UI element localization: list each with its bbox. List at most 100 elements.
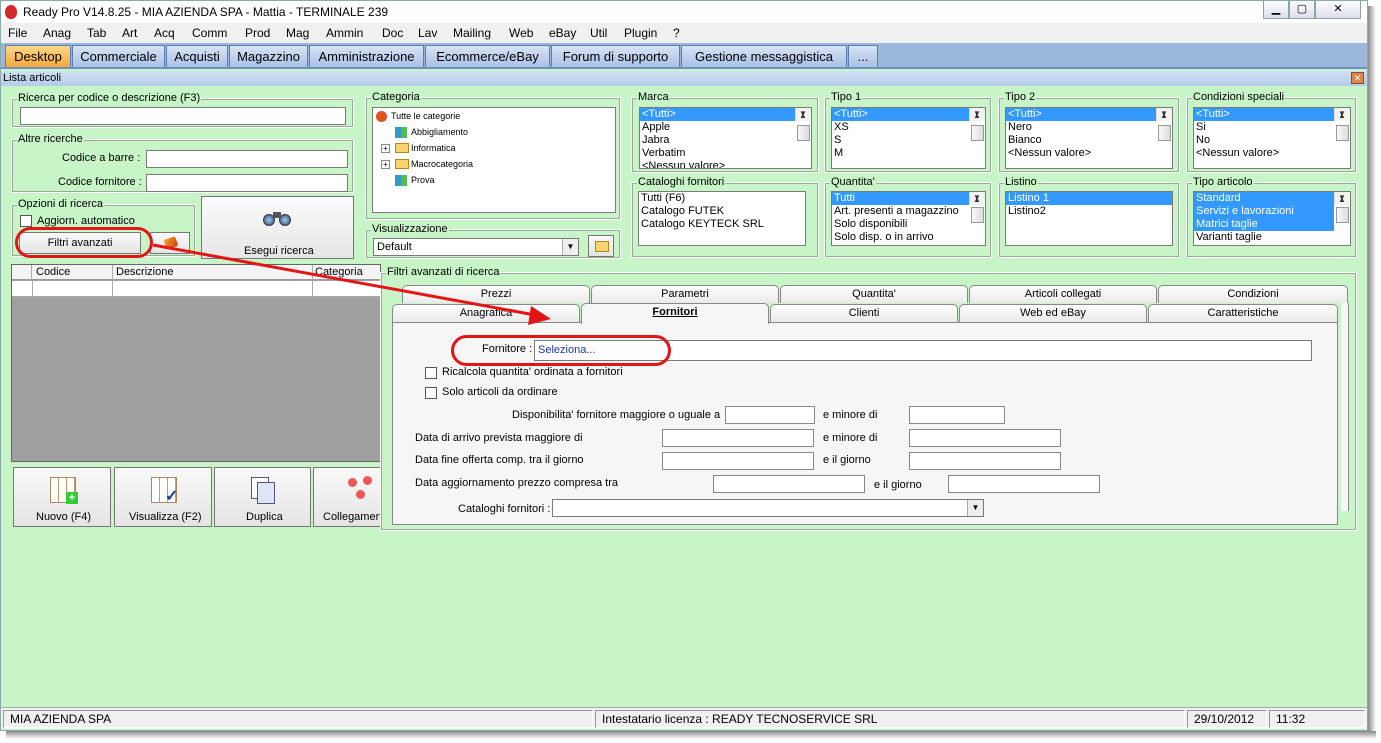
maximize-button[interactable]: ▢ (1289, 1, 1315, 19)
list-item[interactable]: Listino 1 (1006, 192, 1172, 205)
catalogs-filter-select[interactable]: ▼ (552, 499, 984, 517)
table-row[interactable] (12, 281, 380, 297)
list-item[interactable]: Si (1194, 121, 1350, 134)
menu-doc[interactable]: Doc (382, 26, 403, 40)
menu-acq[interactable]: Acq (154, 26, 175, 40)
tab-commerciale[interactable]: Commerciale (72, 45, 165, 67)
list-item[interactable]: Servizi e lavorazioni (1194, 205, 1334, 218)
menu-ammin[interactable]: Ammin (326, 26, 363, 40)
tab-magazzino[interactable]: Magazzino (229, 45, 308, 67)
scrollbar[interactable]: ▲ ▼ (1334, 108, 1350, 141)
list-item[interactable]: Tutti (832, 192, 969, 205)
tab-parametri[interactable]: Parametri (591, 285, 779, 303)
tab-forum[interactable]: Forum di supporto (551, 45, 680, 67)
tree-item-prova[interactable]: Prova (373, 172, 615, 188)
tab-condizioni[interactable]: Condizioni (1158, 285, 1348, 303)
view-folder-button[interactable] (588, 235, 614, 257)
barcode-input[interactable] (146, 150, 348, 168)
menu-web[interactable]: Web (509, 26, 533, 40)
brand-list[interactable]: <Tutti> Apple Jabra Verbatim <Nessun val… (639, 107, 812, 169)
tab-caratteristiche[interactable]: Caratteristiche (1148, 304, 1338, 322)
arrival-min-input[interactable] (662, 429, 814, 447)
subwindow-close-button[interactable]: ✕ (1351, 72, 1364, 84)
list-item[interactable]: <Nessun valore> (1194, 147, 1350, 160)
tab-anagrafica[interactable]: Anagrafica (392, 304, 580, 322)
list-item[interactable]: Solo disponibili (832, 218, 985, 231)
list-item[interactable]: Catalogo KEYTECK SRL (639, 218, 805, 231)
close-button[interactable]: ✕ (1315, 1, 1361, 19)
type2-list[interactable]: <Tutti> Nero Bianco <Nessun valore> ▲ ▼ (1005, 107, 1173, 169)
special-conditions-list[interactable]: <Tutti> Si No <Nessun valore> ▲ ▼ (1193, 107, 1351, 169)
expand-icon[interactable]: + (381, 160, 390, 169)
column-header-codice[interactable]: Codice (36, 266, 70, 278)
menu-util[interactable]: Util (590, 26, 607, 40)
list-item[interactable]: Varianti taglie (1194, 231, 1350, 244)
tab-fornitori[interactable]: Fornitori (581, 303, 769, 324)
list-item[interactable]: Catalogo FUTEK (639, 205, 805, 218)
tab-more[interactable]: ... (848, 45, 878, 67)
list-item[interactable]: S (832, 134, 985, 147)
list-item[interactable]: Apple (640, 121, 811, 134)
scrollbar[interactable]: ▲ ▼ (795, 108, 811, 141)
list-item[interactable]: Verbatim (640, 147, 811, 160)
offer-end-to-input[interactable] (909, 452, 1061, 470)
tab-ecommerce[interactable]: Ecommerce/eBay (425, 45, 550, 67)
tree-item-informatica[interactable]: + Informatica (373, 140, 615, 156)
list-item[interactable]: <Nessun valore> (1006, 147, 1172, 160)
menu-lav[interactable]: Lav (418, 26, 437, 40)
list-item[interactable]: No (1194, 134, 1350, 147)
scrollbar[interactable]: ▲ ▼ (1334, 192, 1350, 223)
tree-item-all[interactable]: Tutte le categorie (373, 108, 615, 124)
view-select[interactable]: Default ▼ (373, 238, 579, 256)
eraser-button[interactable] (150, 232, 190, 254)
view-button[interactable]: ✓ Visualizza (F2) (114, 467, 212, 527)
tab-desktop[interactable]: Desktop (5, 45, 71, 67)
list-item[interactable]: Standard (1194, 192, 1334, 205)
tree-item-macrocategoria[interactable]: + Macrocategoria (373, 156, 615, 172)
menu-mag[interactable]: Mag (286, 26, 309, 40)
recalc-checkbox[interactable] (425, 367, 437, 379)
chevron-down-icon[interactable]: ▼ (562, 239, 578, 255)
tree-item-abbigliamento[interactable]: Abbigliamento (373, 124, 615, 140)
to-order-checkbox[interactable] (425, 387, 437, 399)
menu-file[interactable]: File (8, 26, 27, 40)
tab-clienti[interactable]: Clienti (770, 304, 958, 322)
tab-messaggistica[interactable]: Gestione messaggistica (681, 45, 847, 67)
tab-quantita[interactable]: Quantita' (780, 285, 968, 303)
column-header-descrizione[interactable]: Descrizione (116, 266, 173, 278)
menu-mailing[interactable]: Mailing (453, 26, 491, 40)
article-type-list[interactable]: Standard Servizi e lavorazioni Matrici t… (1193, 191, 1351, 246)
auto-update-checkbox[interactable] (20, 215, 32, 227)
list-item[interactable]: M (832, 147, 985, 160)
list-item[interactable]: Listino2 (1006, 205, 1172, 218)
duplicate-button[interactable]: Duplica (214, 467, 311, 527)
catalogs-list[interactable]: Tutti (F6) Catalogo FUTEK Catalogo KEYTE… (638, 191, 806, 246)
tab-articoli-collegati[interactable]: Articoli collegati (969, 285, 1157, 303)
list-item[interactable]: <Tutti> (832, 108, 969, 121)
minimize-button[interactable]: ▁ (1263, 1, 1289, 19)
tab-prezzi[interactable]: Prezzi (402, 285, 590, 303)
chevron-down-icon[interactable]: ▼ (967, 500, 983, 516)
list-item[interactable]: <Nessun valore> (640, 160, 811, 168)
scrollbar[interactable]: ▲ ▼ (1156, 108, 1172, 141)
scrollbar[interactable]: ▲ ▼ (969, 192, 985, 223)
type1-list[interactable]: <Tutti> XS S M ▲ ▼ (831, 107, 986, 169)
menu-help[interactable]: ? (673, 26, 680, 40)
list-item[interactable]: Solo disp. o in arrivo (832, 231, 985, 244)
menu-art[interactable]: Art (122, 26, 137, 40)
price-update-to-input[interactable] (948, 475, 1100, 493)
new-button[interactable]: + Nuovo (F4) (13, 467, 111, 527)
list-item[interactable]: Bianco (1006, 134, 1172, 147)
supplier-code-input[interactable] (146, 174, 348, 192)
list-item[interactable]: <Tutti> (1006, 108, 1156, 121)
list-item[interactable]: Art. presenti a magazzino (832, 205, 985, 218)
list-item[interactable]: Matrici taglie (1194, 218, 1334, 231)
list-item[interactable]: <Tutti> (640, 108, 795, 121)
list-item[interactable]: Jabra (640, 134, 811, 147)
expand-icon[interactable]: + (381, 144, 390, 153)
articles-grid[interactable]: Codice Descrizione Categoria (11, 264, 381, 462)
availability-min-input[interactable] (725, 406, 815, 424)
tab-amministrazione[interactable]: Amministrazione (309, 45, 424, 67)
quantity-list[interactable]: Tutti Art. presenti a magazzino Solo dis… (831, 191, 986, 246)
arrival-max-input[interactable] (909, 429, 1061, 447)
